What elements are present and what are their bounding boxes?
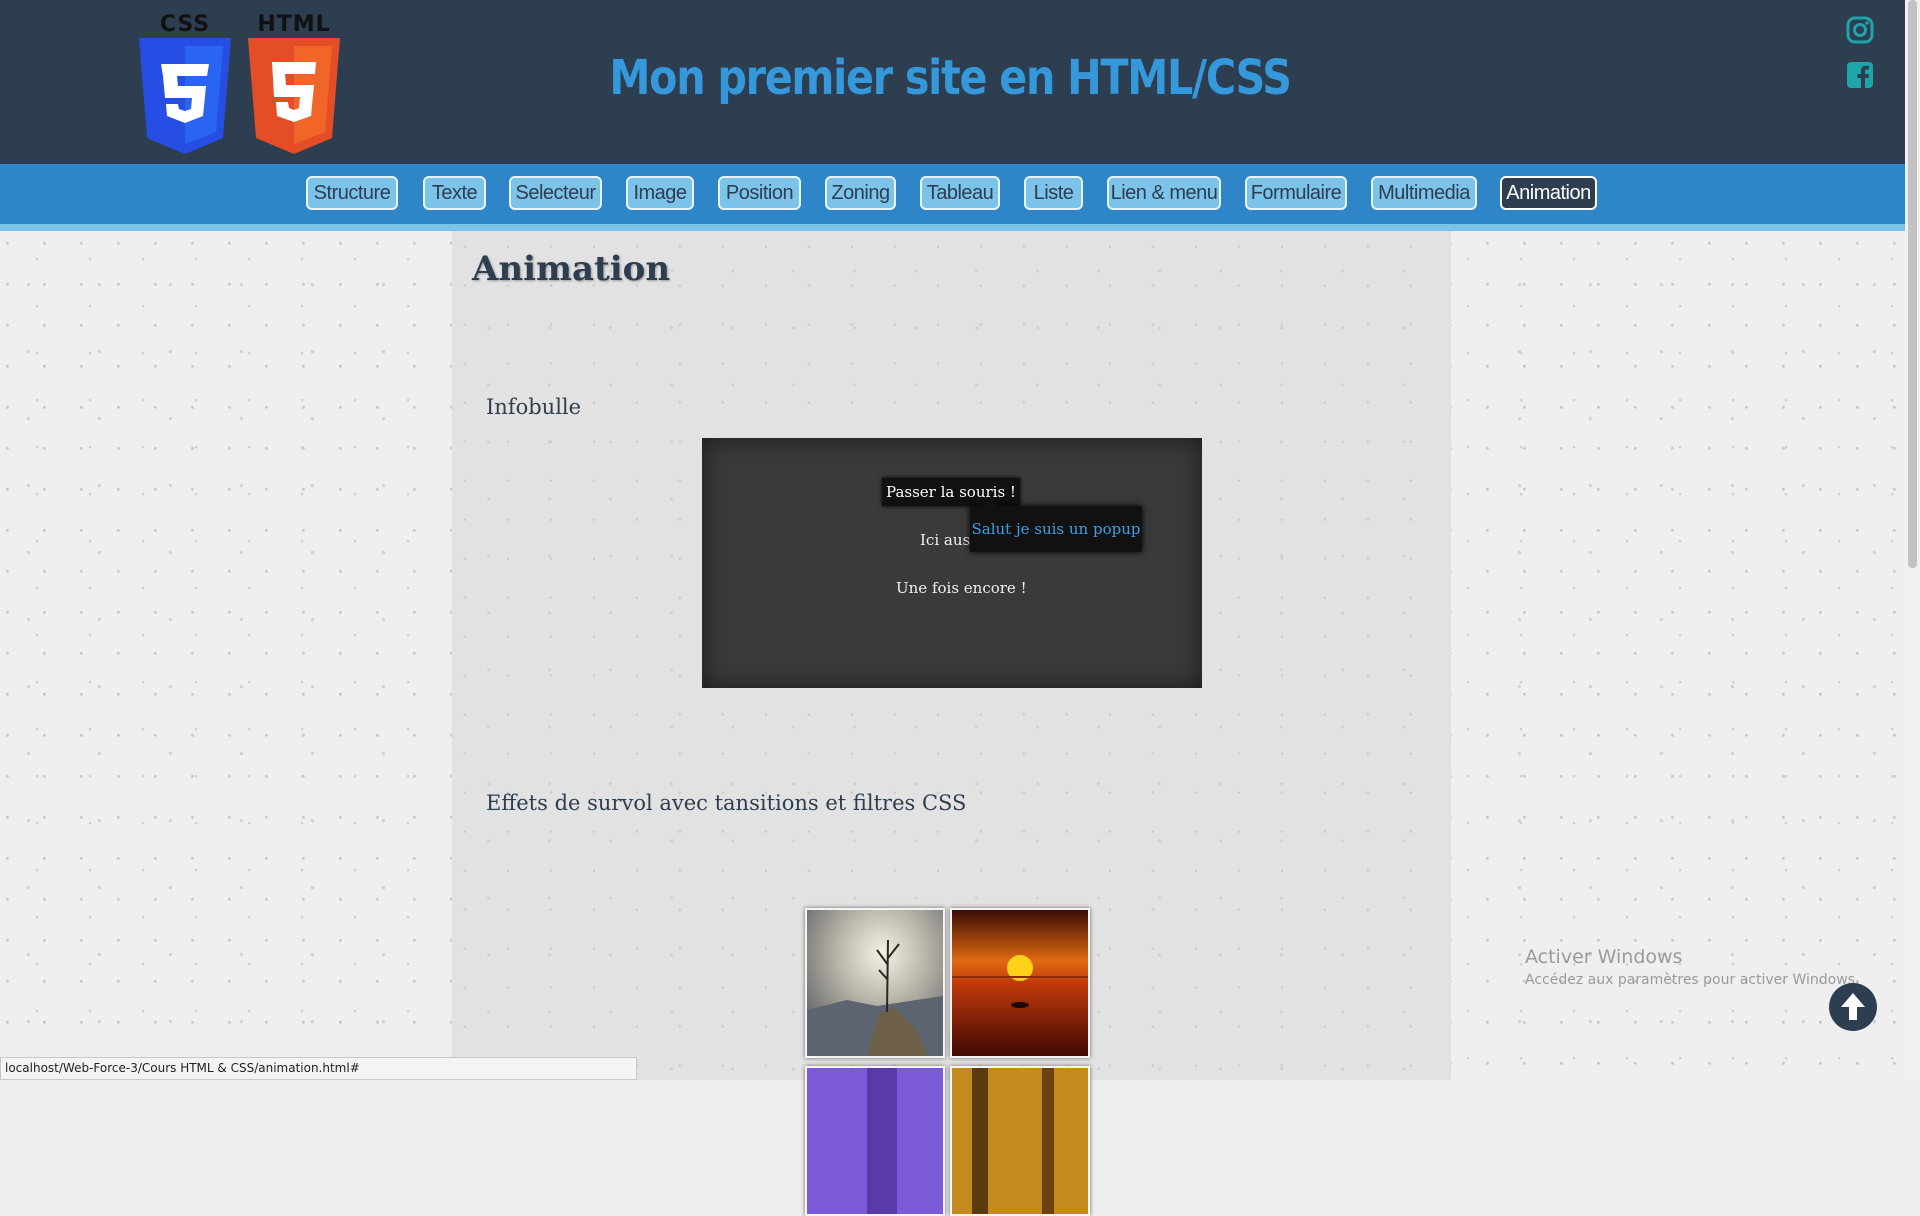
nav-item-liste[interactable]: Liste [1024, 176, 1083, 210]
nav-item-lien-menu[interactable]: Lien & menu [1107, 176, 1221, 210]
purple-sky-image [807, 1068, 943, 1214]
facebook-icon[interactable] [1846, 61, 1874, 89]
tooltip-text: Salut je suis un popup [971, 520, 1141, 538]
nav-item-formulaire[interactable]: Formulaire [1245, 176, 1347, 210]
sunset-sea-image [952, 910, 1088, 1056]
scrollbar-thumb[interactable] [1908, 0, 1917, 568]
html5-logo: HTML [246, 12, 342, 154]
autumn-trees-image [952, 1068, 1088, 1214]
site-header: CSS HTML Mon premier site en HTML/CSS [0, 0, 1905, 164]
windows-activation-watermark: Activer Windows Accédez aux paramètres p… [1525, 946, 1859, 988]
landscape-tree-photo[interactable] [805, 908, 945, 1058]
activation-title: Activer Windows [1525, 946, 1683, 968]
html5-logo-label: HTML [257, 12, 331, 37]
nav-item-tableau[interactable]: Tableau [920, 176, 1000, 210]
nav-item-texte[interactable]: Texte [423, 176, 486, 210]
nav-item-position[interactable]: Position [718, 176, 801, 210]
effects-title: Effets de survol avec tansitions et filt… [486, 791, 967, 815]
browser-status-bar: localhost/Web-Force-3/Cours HTML & CSS/a… [0, 1057, 637, 1080]
purple-sky-photo[interactable] [805, 1066, 945, 1216]
nav-item-selecteur[interactable]: Selecteur [509, 176, 602, 210]
hover-text-une-fois-encore[interactable]: Une fois encore ! [896, 579, 1027, 597]
css3-logo-label: CSS [159, 12, 211, 37]
nav-item-multimedia[interactable]: Multimedia [1371, 176, 1477, 210]
vertical-scrollbar[interactable] [1905, 0, 1920, 1080]
landscape-tree-image [807, 910, 943, 1056]
css3-logo: CSS [137, 12, 233, 154]
css3-shield-icon [139, 38, 231, 154]
arrow-up-circle-icon [1841, 993, 1865, 1020]
autumn-trees-photo[interactable] [950, 1066, 1090, 1216]
nav-item-image[interactable]: Image [626, 176, 694, 210]
nav-item-animation[interactable]: Animation [1500, 176, 1597, 210]
nav-item-structure[interactable]: Structure [306, 176, 398, 210]
nav-item-zoning[interactable]: Zoning [825, 176, 896, 210]
tooltip-popup: Salut je suis un popup [970, 498, 1142, 552]
html5-shield-icon [248, 38, 340, 154]
site-title: Mon premier site en HTML/CSS [609, 50, 1292, 106]
sunset-sea-photo[interactable] [950, 908, 1090, 1058]
main-nav: Structure Texte Selecteur Image Position… [0, 164, 1905, 231]
main-content: Animation Infobulle Passer la souris ! I… [452, 231, 1451, 1216]
infobulle-title: Infobulle [486, 395, 582, 419]
scroll-to-top-button[interactable] [1829, 983, 1877, 1031]
page-title: Animation [472, 249, 671, 289]
hover-button[interactable]: Passer la souris ! [882, 478, 1020, 506]
tooltip-arrow [982, 498, 998, 506]
activation-subtitle: Accédez aux paramètres pour activer Wind… [1525, 972, 1860, 988]
infobulle-demo-box: Passer la souris ! Ici aussi Une fois en… [702, 438, 1202, 688]
instagram-icon[interactable] [1846, 16, 1874, 44]
